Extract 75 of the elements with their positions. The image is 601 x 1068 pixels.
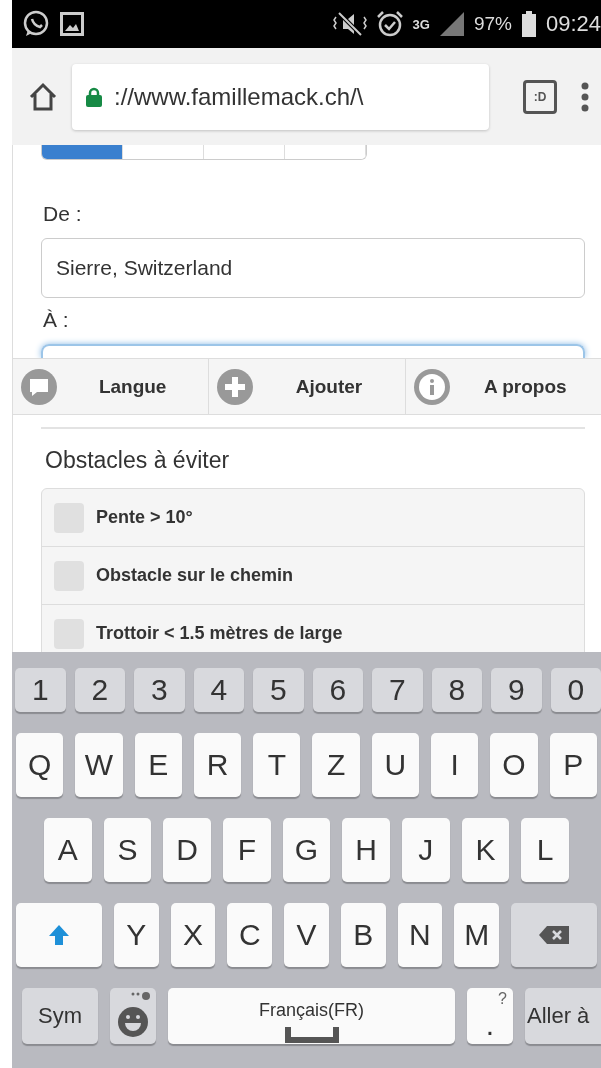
letter-key[interactable]: F [223, 818, 271, 882]
arrow-up-icon [47, 923, 71, 947]
letter-key[interactable]: W [75, 733, 123, 797]
space-key[interactable]: Français(FR) [168, 988, 455, 1044]
letter-key[interactable]: X [170, 903, 216, 967]
letter-key[interactable]: L [521, 818, 570, 882]
letter-key[interactable]: K [461, 818, 510, 882]
letter-key[interactable]: G [282, 818, 331, 882]
signal-icon [439, 12, 464, 36]
emoji-key[interactable] [110, 988, 156, 1044]
shift-key[interactable] [16, 903, 102, 967]
from-label: De : [43, 202, 83, 226]
letter-key[interactable]: Y [114, 903, 159, 967]
section-title: Obstacles à éviter [45, 447, 231, 474]
letter-key[interactable]: A [44, 818, 92, 882]
letter-key[interactable]: B [340, 903, 386, 967]
network-type: 3G [412, 16, 430, 32]
number-key[interactable]: 3 [134, 668, 185, 712]
battery-level: 97% [473, 13, 512, 35]
lock-icon [86, 86, 102, 107]
home-icon[interactable] [28, 81, 58, 112]
letter-key[interactable]: D [163, 818, 211, 882]
number-key[interactable]: 1 [15, 668, 66, 712]
number-key[interactable]: 9 [491, 668, 542, 712]
letter-key[interactable]: J [402, 818, 450, 882]
letter-key[interactable]: I [431, 733, 479, 797]
go-key[interactable]: Aller à [525, 988, 601, 1044]
space-bar-icon [284, 1027, 339, 1043]
letter-key[interactable]: V [284, 903, 329, 967]
letter-key[interactable]: U [371, 733, 420, 797]
letter-key[interactable]: Q [16, 733, 64, 797]
clock: 09:24 [545, 11, 601, 37]
letter-key[interactable]: S [103, 818, 152, 882]
number-key[interactable]: 5 [253, 668, 304, 712]
obstacle-label: Trottoir < 1.5 mètres de large [96, 623, 343, 644]
segment-tab[interactable] [42, 145, 123, 159]
address-bar[interactable]: ://www.famillemack.ch/\ [72, 63, 489, 130]
from-field[interactable]: Sierre, Switzerland [41, 238, 585, 298]
letter-key[interactable]: N [397, 903, 443, 967]
chat-icon [21, 368, 57, 405]
chat-bubble-icon [22, 10, 50, 38]
number-key[interactable]: 0 [550, 668, 601, 712]
menu-icon[interactable] [581, 81, 589, 112]
letter-key[interactable]: Z [312, 733, 360, 797]
to-label: À : [43, 308, 70, 332]
plus-icon [217, 368, 254, 405]
letter-key[interactable]: P [549, 733, 597, 797]
obstacle-label: Obstacle sur le chemin [96, 565, 294, 586]
letter-key[interactable]: E [134, 733, 182, 797]
nav-link[interactable]: A propos [449, 375, 601, 398]
nav-link[interactable]: Ajouter [253, 375, 405, 398]
period-key[interactable]: . ? [467, 988, 513, 1044]
backspace-key[interactable] [511, 903, 598, 967]
url-text: ://www.famillemack.ch/\ [114, 82, 364, 111]
letter-key[interactable]: H [342, 818, 391, 882]
number-key[interactable]: 6 [312, 668, 363, 712]
nav-link[interactable]: Langue [57, 375, 209, 398]
letter-key[interactable]: M [454, 903, 500, 967]
mute-icon [332, 11, 367, 37]
tabs-button[interactable]: :D [523, 79, 557, 114]
backspace-icon [539, 926, 570, 944]
letter-key[interactable]: R [193, 733, 242, 797]
image-icon [60, 12, 84, 36]
number-key[interactable]: 8 [431, 668, 482, 712]
info-icon [413, 368, 450, 405]
number-key[interactable]: 2 [74, 668, 125, 712]
letter-key[interactable]: C [227, 903, 273, 967]
obstacle-label: Pente > 10° [96, 507, 193, 528]
battery-icon [521, 11, 536, 37]
letter-key[interactable]: O [490, 733, 538, 797]
letter-key[interactable]: T [253, 733, 301, 797]
number-key[interactable]: 7 [372, 668, 423, 712]
number-key[interactable]: 4 [193, 668, 244, 712]
alarm-icon [376, 11, 403, 37]
sym-key[interactable]: Sym [22, 988, 98, 1044]
